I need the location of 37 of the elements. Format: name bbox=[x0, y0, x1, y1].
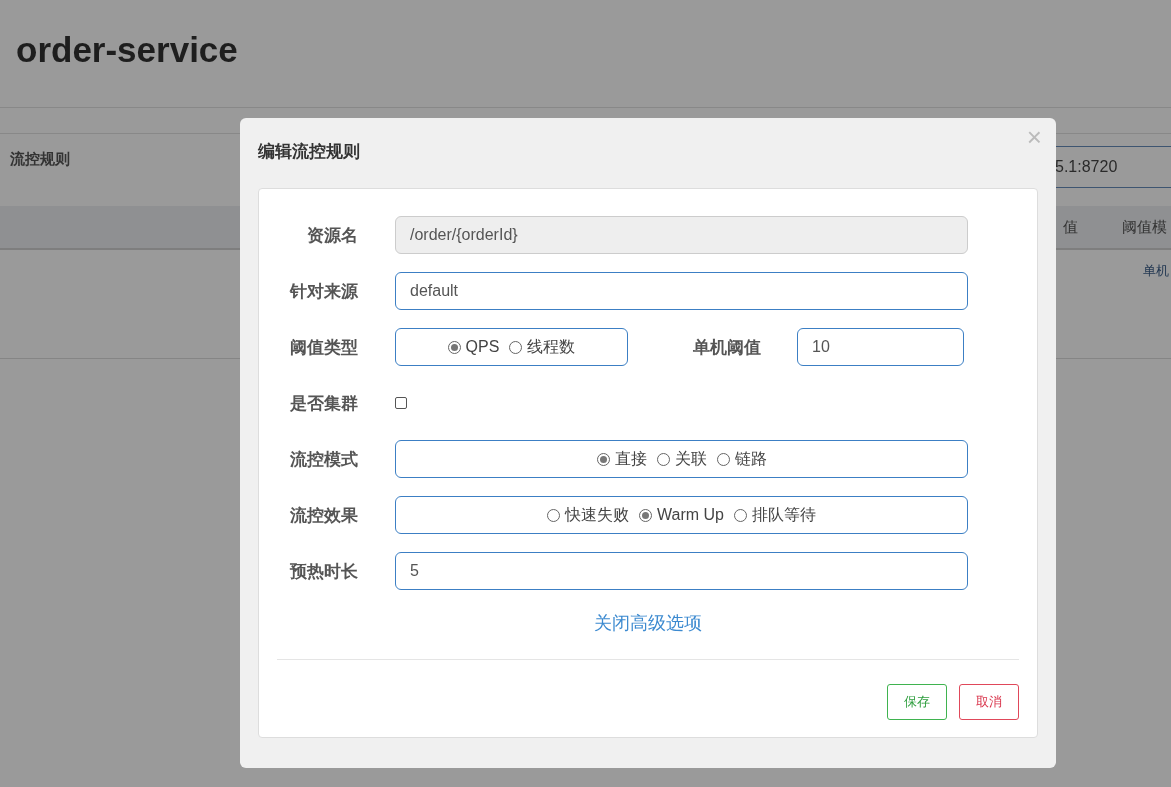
field-label: 是否集群 bbox=[289, 392, 358, 415]
cancel-button[interactable]: 取消 bbox=[959, 684, 1019, 720]
field-label: 阈值类型 bbox=[289, 336, 358, 359]
page-title: order-service bbox=[16, 29, 238, 70]
field-label: 流控模式 bbox=[289, 448, 358, 471]
radio-button[interactable] bbox=[656, 452, 670, 466]
radio-label[interactable]: 线程数 bbox=[527, 336, 576, 358]
radio-button[interactable] bbox=[596, 452, 610, 466]
save-button[interactable]: 保存 bbox=[887, 684, 947, 720]
section-title: 流控规则 bbox=[10, 150, 70, 169]
input-field[interactable]: default bbox=[395, 272, 968, 310]
field-label: 流控效果 bbox=[289, 504, 358, 527]
radio-label[interactable]: QPS bbox=[465, 338, 500, 356]
column-header: 值 bbox=[1063, 217, 1078, 237]
dialog-title: 编辑流控规则 bbox=[258, 140, 360, 163]
radio-button[interactable] bbox=[547, 508, 560, 522]
radio-label[interactable]: Warm Up bbox=[657, 506, 724, 524]
radio-label[interactable]: 排队等待 bbox=[752, 504, 816, 526]
radio-label[interactable]: 关联 bbox=[674, 448, 707, 470]
radio-button[interactable] bbox=[734, 508, 747, 522]
field-label: 资源名 bbox=[306, 224, 358, 247]
field-label: 针对来源 bbox=[288, 280, 358, 303]
radio-label[interactable]: 快速失败 bbox=[565, 504, 629, 526]
input-field[interactable]: 10 bbox=[797, 328, 964, 366]
checkbox[interactable] bbox=[395, 397, 407, 409]
advanced-options-link[interactable]: 关闭高级选项 bbox=[594, 611, 702, 645]
radio-button[interactable] bbox=[716, 452, 730, 466]
radio-label[interactable]: 直接 bbox=[614, 448, 647, 470]
radio-label[interactable]: 链路 bbox=[734, 448, 767, 470]
radio-button[interactable] bbox=[639, 508, 652, 522]
table-cell: 单机 bbox=[1143, 262, 1169, 280]
radio-button[interactable] bbox=[447, 340, 461, 354]
radio-button[interactable] bbox=[509, 340, 523, 354]
input-field[interactable]: 5 bbox=[395, 552, 968, 590]
column-header: 阈值模 bbox=[1122, 217, 1167, 237]
field-label: 预热时长 bbox=[288, 560, 358, 583]
field-label: 单机阈值 bbox=[692, 336, 761, 359]
